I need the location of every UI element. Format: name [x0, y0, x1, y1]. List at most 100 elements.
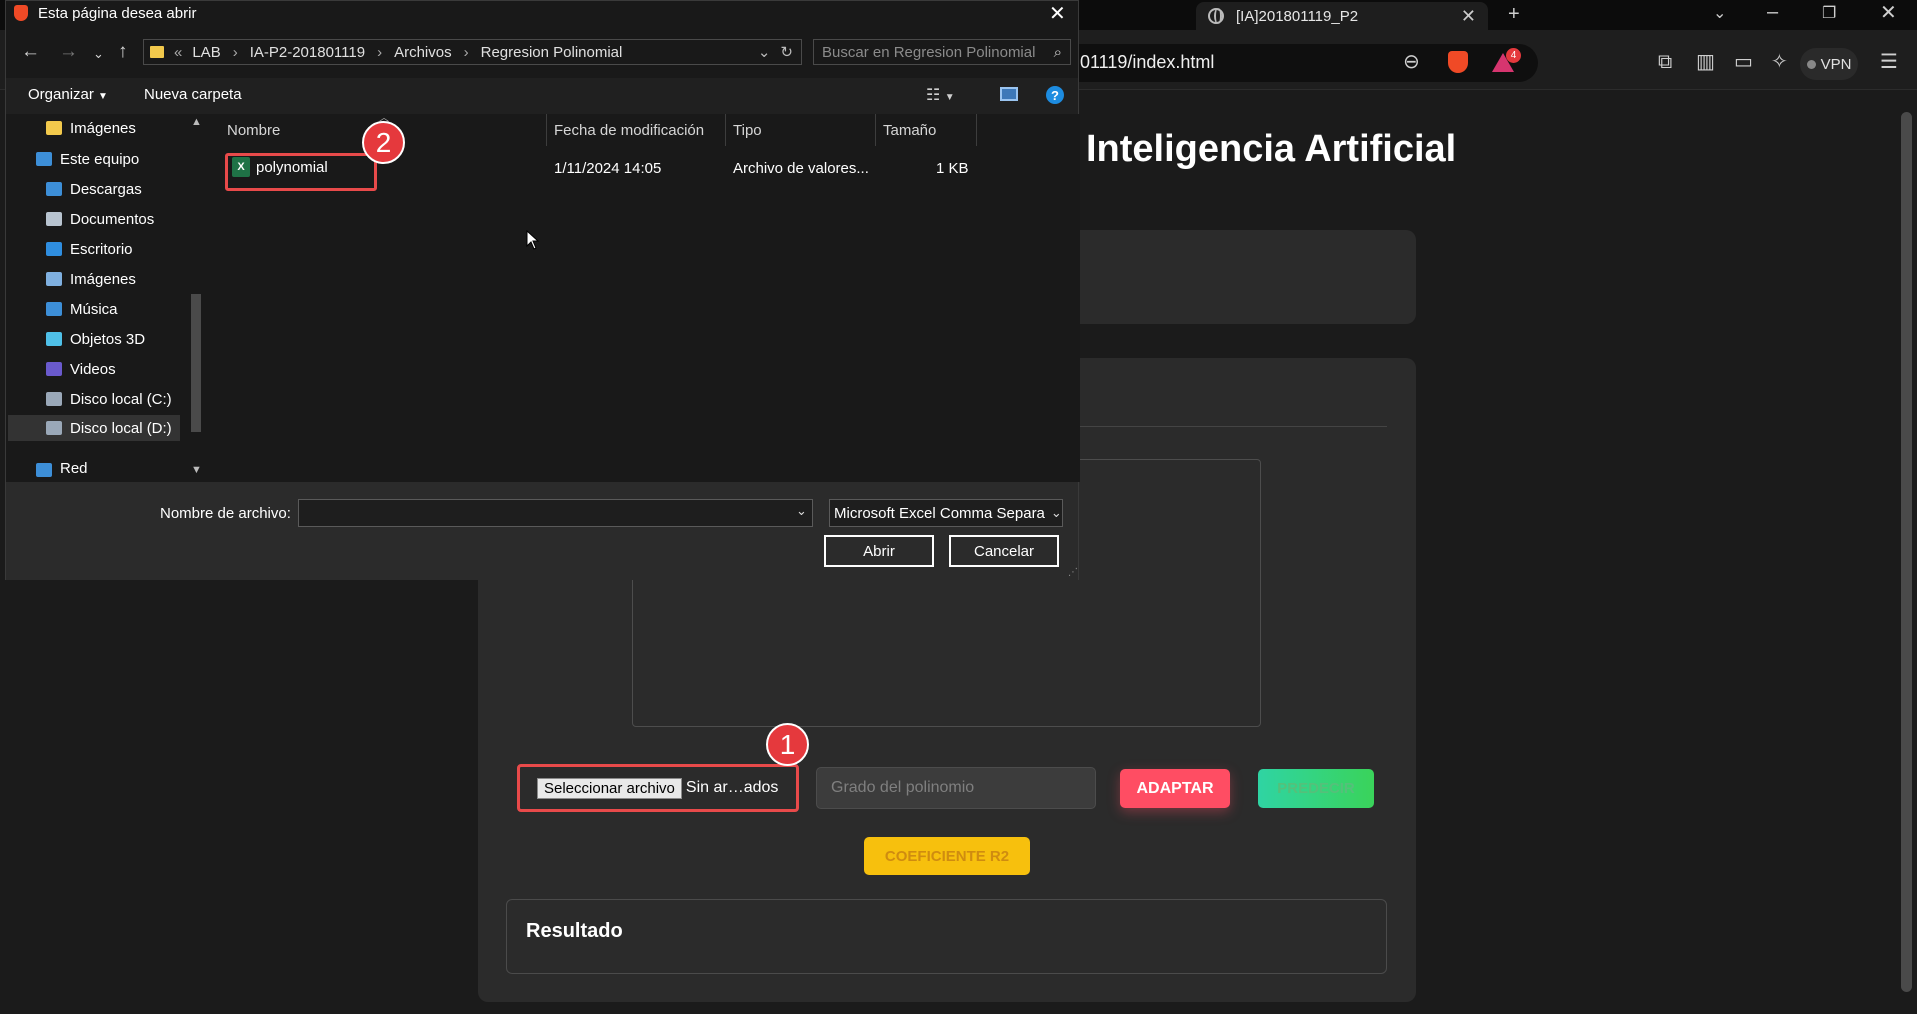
- nav-item-disk-d[interactable]: Disco local (D:): [8, 415, 180, 441]
- cancel-button[interactable]: Cancelar: [949, 535, 1059, 567]
- file-name-cell: X polynomial: [232, 157, 328, 177]
- column-header-name[interactable]: Nombre: [227, 122, 280, 139]
- page-scrollbar[interactable]: [1896, 90, 1917, 1014]
- breadcrumb-item[interactable]: Archivos: [394, 44, 452, 61]
- degree-input[interactable]: [816, 767, 1096, 809]
- help-icon[interactable]: ?: [1046, 86, 1064, 104]
- drive-icon: [46, 421, 62, 435]
- new-tab-icon[interactable]: +: [1508, 4, 1520, 24]
- column-header-modified[interactable]: Fecha de modificación: [554, 122, 704, 139]
- back-arrow-icon[interactable]: ←: [21, 41, 40, 63]
- recent-locations-chevron-icon[interactable]: ⌄: [93, 46, 104, 62]
- video-icon: [46, 362, 62, 376]
- nav-item-label: Disco local (D:): [70, 419, 172, 437]
- window-close-icon[interactable]: ✕: [1880, 3, 1897, 23]
- column-separator[interactable]: [875, 114, 876, 146]
- breadcrumb-item[interactable]: IA-P2-201801119: [250, 44, 365, 61]
- open-button[interactable]: Abrir: [824, 535, 934, 567]
- result-panel: [506, 899, 1387, 974]
- mouse-cursor-icon: [526, 230, 540, 250]
- breadcrumb-item[interactable]: Regresion Polinomial: [481, 44, 623, 61]
- address-dropdown-chevron-icon[interactable]: ⌄: [758, 43, 771, 61]
- organize-menu[interactable]: Organizar ▼: [28, 86, 108, 103]
- nav-item-label: Imágenes: [70, 270, 136, 288]
- new-folder-button[interactable]: Nueva carpeta: [144, 86, 242, 103]
- filetype-value: Microsoft Excel Comma Separa: [834, 504, 1045, 522]
- file-name: polynomial: [256, 158, 328, 176]
- breadcrumb-bar[interactable]: « LAB › IA-P2-201801119 › Archivos › Reg…: [143, 39, 802, 65]
- breadcrumb-item[interactable]: LAB: [192, 44, 220, 61]
- filename-input[interactable]: [298, 499, 813, 527]
- zoom-out-icon[interactable]: ⊖: [1403, 52, 1420, 72]
- tab-list-chevron-icon[interactable]: ⌄: [1713, 4, 1726, 24]
- column-header-size[interactable]: Tamaño: [883, 122, 936, 139]
- dialog-close-icon[interactable]: ✕: [1049, 1, 1066, 26]
- nav-item-pictures[interactable]: Imágenes: [46, 266, 136, 292]
- nav-item-label: Música: [70, 300, 118, 318]
- menu-icon[interactable]: ☰: [1880, 52, 1898, 72]
- leo-ai-icon[interactable]: ✧: [1771, 52, 1788, 72]
- desktop-icon: [46, 242, 62, 256]
- picture-icon: [46, 272, 62, 286]
- vpn-button[interactable]: VPN: [1800, 48, 1858, 80]
- nav-item-3d-objects[interactable]: Objetos 3D: [46, 326, 145, 352]
- select-file-button[interactable]: Seleccionar archivo: [537, 777, 682, 799]
- predict-button[interactable]: PREDECIR: [1258, 769, 1374, 808]
- nav-item-music[interactable]: Música: [46, 296, 118, 322]
- excel-file-icon: X: [232, 157, 250, 177]
- column-separator[interactable]: [976, 114, 977, 146]
- drive-icon: [46, 392, 62, 406]
- organize-label: Organizar: [28, 86, 94, 103]
- breadcrumb-overflow[interactable]: «: [174, 44, 182, 61]
- filetype-select[interactable]: Microsoft Excel Comma Separa ⌄: [829, 499, 1063, 527]
- annotation-badge-2: 2: [362, 121, 405, 164]
- extensions-icon[interactable]: ⧉: [1658, 52, 1672, 72]
- nav-item-network[interactable]: Red: [36, 455, 88, 477]
- folder-icon: [150, 46, 164, 58]
- view-options-icon[interactable]: ☷ ▼: [926, 85, 955, 105]
- preview-pane-icon[interactable]: [1000, 87, 1018, 101]
- sidebar-icon[interactable]: ▥: [1696, 52, 1715, 72]
- r2-button[interactable]: COEFICIENTE R2: [864, 837, 1030, 875]
- page-scrollbar-thumb[interactable]: [1901, 112, 1912, 992]
- nav-item-label: Disco local (C:): [70, 390, 172, 408]
- close-tab-icon[interactable]: ✕: [1461, 6, 1476, 27]
- nav-item-label: Escritorio: [70, 240, 133, 258]
- column-separator[interactable]: [725, 114, 726, 146]
- filename-label: Nombre de archivo:: [160, 505, 291, 522]
- nav-item-documents[interactable]: Documentos: [46, 206, 154, 232]
- address-text: 01119/index.html: [1080, 52, 1215, 72]
- brave-logo-icon: [14, 5, 28, 21]
- column-header-type[interactable]: Tipo: [733, 122, 762, 139]
- refresh-icon[interactable]: ↻: [780, 43, 793, 61]
- minimize-icon[interactable]: –: [1767, 2, 1778, 22]
- forward-arrow-icon[interactable]: →: [59, 41, 78, 63]
- restore-icon[interactable]: ❐: [1822, 4, 1836, 24]
- nav-item-disk-c[interactable]: Disco local (C:): [46, 386, 172, 412]
- column-separator[interactable]: [546, 114, 547, 146]
- file-status-text: Sin ar…ados: [685, 779, 779, 796]
- adapt-button[interactable]: ADAPTAR: [1120, 769, 1230, 808]
- dialog-title-bar: Esta página desea abrir: [14, 1, 196, 25]
- nav-item-desktop[interactable]: Escritorio: [46, 236, 133, 262]
- filetype-chevron-icon: ⌄: [1044, 505, 1062, 521]
- resize-grip-icon[interactable]: ⋰: [1068, 567, 1078, 578]
- filename-dropdown-chevron-icon[interactable]: ⌄: [796, 503, 807, 519]
- brave-shields-icon[interactable]: [1448, 51, 1468, 73]
- open-file-dialog: Esta página desea abrir ✕ ← → ⌄ ↑ « LAB …: [5, 0, 1080, 580]
- cube-icon: [46, 332, 62, 346]
- scroll-down-icon[interactable]: ▼: [191, 464, 202, 476]
- nav-scrollbar-thumb[interactable]: [191, 294, 201, 432]
- nav-item-label: Videos: [70, 360, 116, 378]
- organize-dropdown-icon: ▼: [98, 91, 108, 102]
- file-input[interactable]: Seleccionar archivo Sin ar…ados: [517, 764, 799, 812]
- up-arrow-icon[interactable]: ↑: [118, 41, 128, 63]
- wallet-icon[interactable]: ▭: [1734, 52, 1753, 72]
- dialog-search-input[interactable]: Buscar en Regresion Polinomial ⌕: [813, 39, 1071, 65]
- scroll-up-icon[interactable]: ▲: [191, 116, 202, 128]
- nav-item-videos[interactable]: Videos: [46, 356, 116, 382]
- file-row[interactable]: X polynomial 1/11/2024 14:05 Archivo de …: [6, 151, 1078, 185]
- browser-tab[interactable]: [IA]201801119_P2 ✕: [1196, 2, 1488, 30]
- nav-item-images-quick[interactable]: Imágenes: [46, 115, 136, 141]
- vpn-label: VPN: [1820, 55, 1852, 73]
